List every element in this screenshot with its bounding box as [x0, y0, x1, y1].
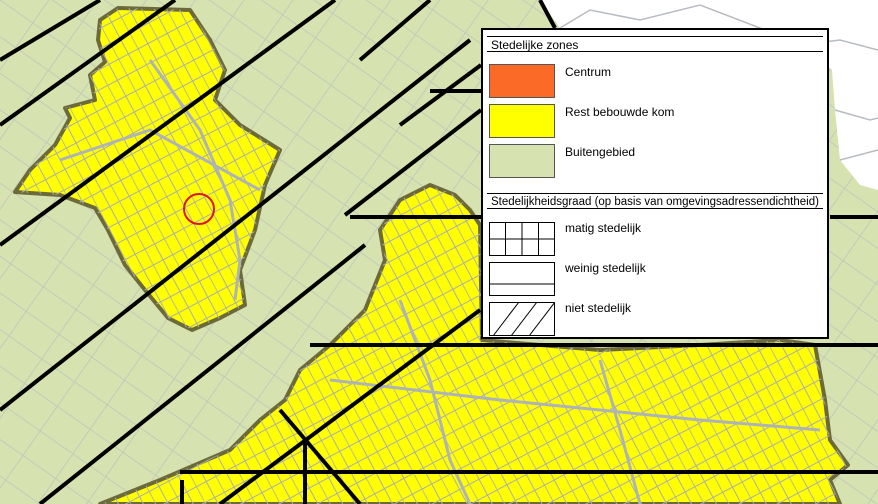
- horizontal-lines-icon: [489, 262, 555, 296]
- grid-icon: [489, 222, 555, 256]
- legend-label-centrum: Centrum: [565, 65, 612, 79]
- legend-label-weinig-stedelijk: weinig stedelijk: [565, 261, 646, 275]
- legend-zones-title: Stedelijke zones: [487, 36, 823, 52]
- legend-label-buitengebied: Buitengebied: [565, 145, 636, 159]
- swatch-rest-bebouwde-kom: [489, 104, 555, 138]
- legend-label-rest-bebouwde-kom: Rest bebouwde kom: [565, 105, 675, 119]
- swatch-centrum: [489, 64, 555, 98]
- legend-density-title: Stedelijkheidsgraad (op basis van omgevi…: [487, 193, 823, 209]
- swatch-buitengebied: [489, 144, 555, 178]
- diagonal-lines-icon: [489, 302, 555, 336]
- map-legend: Stedelijke zones Centrum Rest bebouwde k…: [481, 28, 829, 339]
- legend-label-niet-stedelijk: niet stedelijk: [565, 301, 632, 315]
- legend-label-matig-stedelijk: matig stedelijk: [565, 221, 642, 235]
